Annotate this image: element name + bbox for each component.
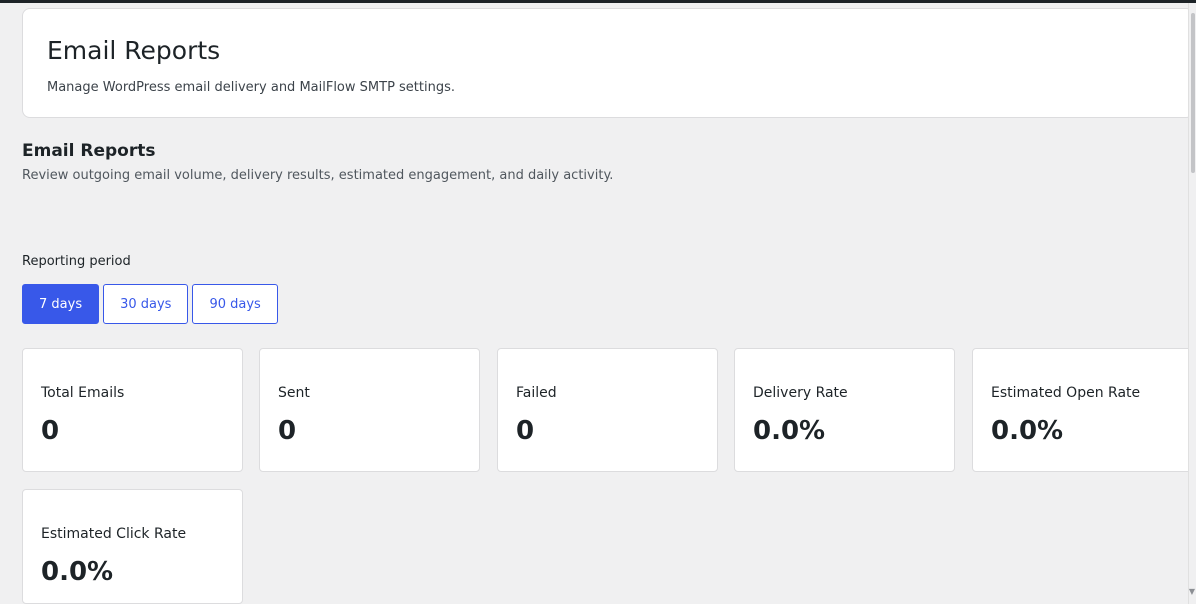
stat-label: Estimated Click Rate [41,526,187,542]
stat-value: 0.0% [41,557,114,587]
stat-card-delivery-rate: Delivery Rate 0.0% [734,348,955,472]
scrollbar-thumb[interactable] [1191,13,1195,173]
scroll-down-arrow-icon[interactable]: ▼ [1189,588,1195,596]
reports-section-header: Email Reports Review outgoing email volu… [22,140,1194,185]
period-90-days-button[interactable]: 90 days [192,284,278,324]
stat-value: 0 [41,416,60,446]
stat-value: 0 [516,416,535,446]
stat-value: 0 [278,416,297,446]
reporting-period-buttons: 7 days 30 days 90 days [22,284,278,324]
page-scrollbar[interactable]: ▼ [1188,3,1196,604]
section-title: Email Reports [22,141,156,161]
period-7-days-button[interactable]: 7 days [22,284,100,324]
reporting-period-label: Reporting period [22,254,131,269]
page-header-card: Email Reports Manage WordPress email del… [22,8,1194,118]
section-description: Review outgoing email volume, delivery r… [22,168,614,183]
stat-value: 0.0% [753,416,826,446]
stat-label: Sent [278,385,310,401]
stat-card-estimated-open-rate: Estimated Open Rate 0.0% [972,348,1194,472]
page-subtitle: Manage WordPress email delivery and Mail… [47,80,456,95]
stat-label: Estimated Open Rate [991,385,1141,401]
stat-label: Failed [516,385,557,401]
stat-card-total-emails: Total Emails 0 [22,348,243,472]
stat-label: Total Emails [41,385,125,401]
stat-value: 0.0% [991,416,1064,446]
admin-top-bar [0,0,1196,3]
stat-card-sent: Sent 0 [259,348,480,472]
stat-card-estimated-click-rate: Estimated Click Rate 0.0% [22,489,243,604]
stat-label: Delivery Rate [753,385,848,401]
stat-card-failed: Failed 0 [497,348,718,472]
period-30-days-button[interactable]: 30 days [103,284,189,324]
page-title: Email Reports [47,36,221,65]
